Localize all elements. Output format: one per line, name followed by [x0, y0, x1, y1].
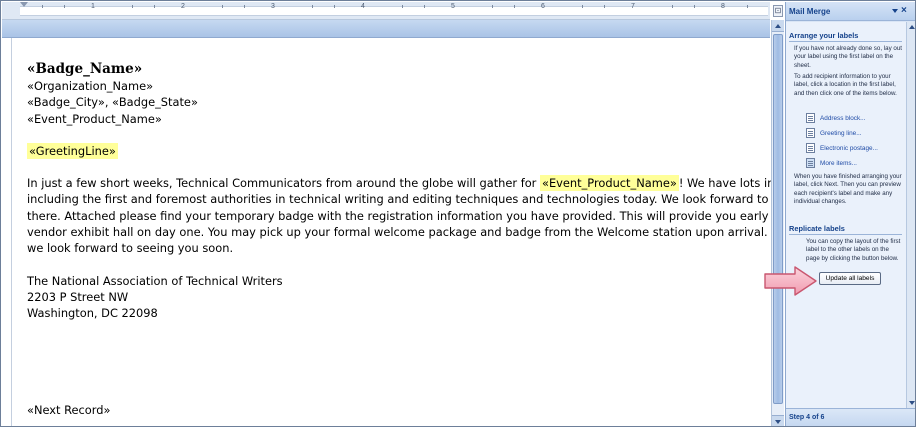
ruler-tick: [244, 5, 245, 8]
ruler-tick: [402, 5, 403, 8]
ruler-number: 2: [181, 3, 185, 10]
greeting-line-link[interactable]: Greeting line...: [806, 127, 862, 139]
scroll-thumb[interactable]: [773, 34, 783, 404]
greeting-line-label[interactable]: Greeting line...: [820, 130, 862, 137]
ruler-tick: [424, 5, 425, 8]
body-line: there. Attached please find your tempora…: [27, 208, 771, 223]
application-window: 1 2 3 4 5 6 7 8 ⊡ «Badge_Name» «Organiza…: [0, 0, 916, 427]
pane-scroll-up-icon[interactable]: [909, 25, 915, 29]
ruler-tick: [582, 5, 583, 8]
city-state-field[interactable]: «Badge_City», «Badge_State»: [27, 94, 771, 110]
body-line: ! We have lots in store f: [678, 176, 771, 191]
scroll-up-icon[interactable]: [772, 20, 784, 32]
section-divider: [789, 234, 902, 235]
pane-scrollbar[interactable]: [906, 22, 915, 408]
ruler-tick: [694, 5, 695, 8]
scroll-down-icon[interactable]: [772, 415, 784, 426]
horizontal-ruler[interactable]: 1 2 3 4 5 6 7 8: [2, 2, 770, 20]
address-block-icon: [806, 113, 815, 123]
badge-name-field[interactable]: «Badge_Name»: [27, 60, 771, 78]
postage-icon: [806, 143, 815, 153]
event-product-field[interactable]: «Event_Product_Name»: [27, 111, 771, 127]
electronic-postage-label[interactable]: Electronic postage...: [820, 145, 878, 152]
body-line: including the first and foremost authori…: [27, 192, 771, 207]
update-all-labels-button[interactable]: Update all labels: [819, 272, 881, 285]
step-indicator: Step 4 of 6: [789, 414, 825, 421]
arrange-finished-text: When you have finished arranging your la…: [794, 173, 902, 206]
ruler-number: 3: [271, 3, 275, 10]
ruler-number: 1: [91, 3, 95, 10]
ruler-tick: [514, 5, 515, 8]
next-record-field[interactable]: «Next Record»: [27, 402, 110, 418]
pane-options-icon[interactable]: [892, 9, 898, 13]
replicate-heading: Replicate labels: [789, 224, 845, 233]
page-top-band: [2, 20, 770, 38]
address-block-label[interactable]: Address block...: [820, 115, 865, 122]
pane-body: Arrange your labels If you have not alre…: [786, 22, 915, 408]
ruler-number: 5: [451, 3, 455, 10]
pane-header: Mail Merge ×: [786, 2, 915, 21]
address-block-link[interactable]: Address block...: [806, 112, 865, 124]
callout-arrow-icon: [764, 266, 817, 296]
ruler-tick: [312, 5, 313, 8]
arrange-instructions: To add recipient information to your lab…: [794, 73, 897, 97]
ruler-number: 6: [541, 3, 545, 10]
arrange-intro: If you have not already done so, lay out…: [794, 45, 903, 69]
ruler-tick: [154, 5, 155, 8]
ruler-tick: [64, 5, 65, 8]
body-line: we look forward to seeing you soon.: [27, 241, 234, 256]
organization-field[interactable]: «Organization_Name»: [27, 78, 771, 94]
signature-org: The National Association of Technical Wr…: [27, 273, 283, 288]
pane-footer: Step 4 of 6: [786, 408, 915, 426]
pane-scroll-down-icon[interactable]: [909, 401, 915, 405]
ruler-tick: [42, 5, 43, 8]
body-paragraph[interactable]: In just a few short weeks, Technical Com…: [27, 175, 771, 256]
electronic-postage-link[interactable]: Electronic postage...: [806, 142, 878, 154]
ruler-tick: [334, 5, 335, 8]
signature-city: Washington, DC 22098: [27, 306, 158, 321]
document-scrollbar[interactable]: [771, 20, 784, 426]
ruler-tick: [672, 5, 673, 8]
body-line: In just a few short weeks, Technical Com…: [27, 176, 540, 191]
replicate-text: You can copy the layout of the first lab…: [806, 238, 901, 262]
indent-marker[interactable]: [20, 2, 28, 7]
section-divider: [789, 41, 902, 42]
greeting-line-icon: [806, 128, 815, 138]
event-product-inline-field[interactable]: «Event_Product_Name»: [539, 175, 679, 192]
signature-street: 2203 P Street NW: [27, 289, 129, 304]
ruler-tick: [492, 5, 493, 8]
ruler-tick: [132, 5, 133, 8]
ruler-tick: [604, 5, 605, 8]
ruler-tick: [222, 5, 223, 8]
more-items-label[interactable]: More items...: [820, 160, 857, 167]
more-items-icon: [806, 158, 815, 168]
ruler-toggle-icon[interactable]: ⊡: [773, 5, 783, 17]
ruler-number: 4: [361, 3, 365, 10]
greeting-line-field[interactable]: «GreetingLine»: [27, 142, 118, 159]
arrange-heading: Arrange your labels: [789, 31, 859, 40]
ruler-number: 8: [721, 3, 725, 10]
body-line: vendor exhibit hall on day one. You may …: [27, 225, 771, 240]
document-page[interactable]: «Badge_Name» «Organization_Name» «Badge_…: [11, 38, 771, 426]
more-items-link[interactable]: More items...: [806, 157, 857, 169]
pane-title: Mail Merge: [789, 7, 831, 16]
ruler-tick: [747, 5, 748, 8]
document-content[interactable]: «Badge_Name» «Organization_Name» «Badge_…: [27, 60, 771, 417]
close-icon[interactable]: ×: [901, 5, 907, 17]
mail-merge-pane: Mail Merge × Arrange your labels If you …: [785, 2, 915, 426]
ruler-number: 7: [631, 3, 635, 10]
